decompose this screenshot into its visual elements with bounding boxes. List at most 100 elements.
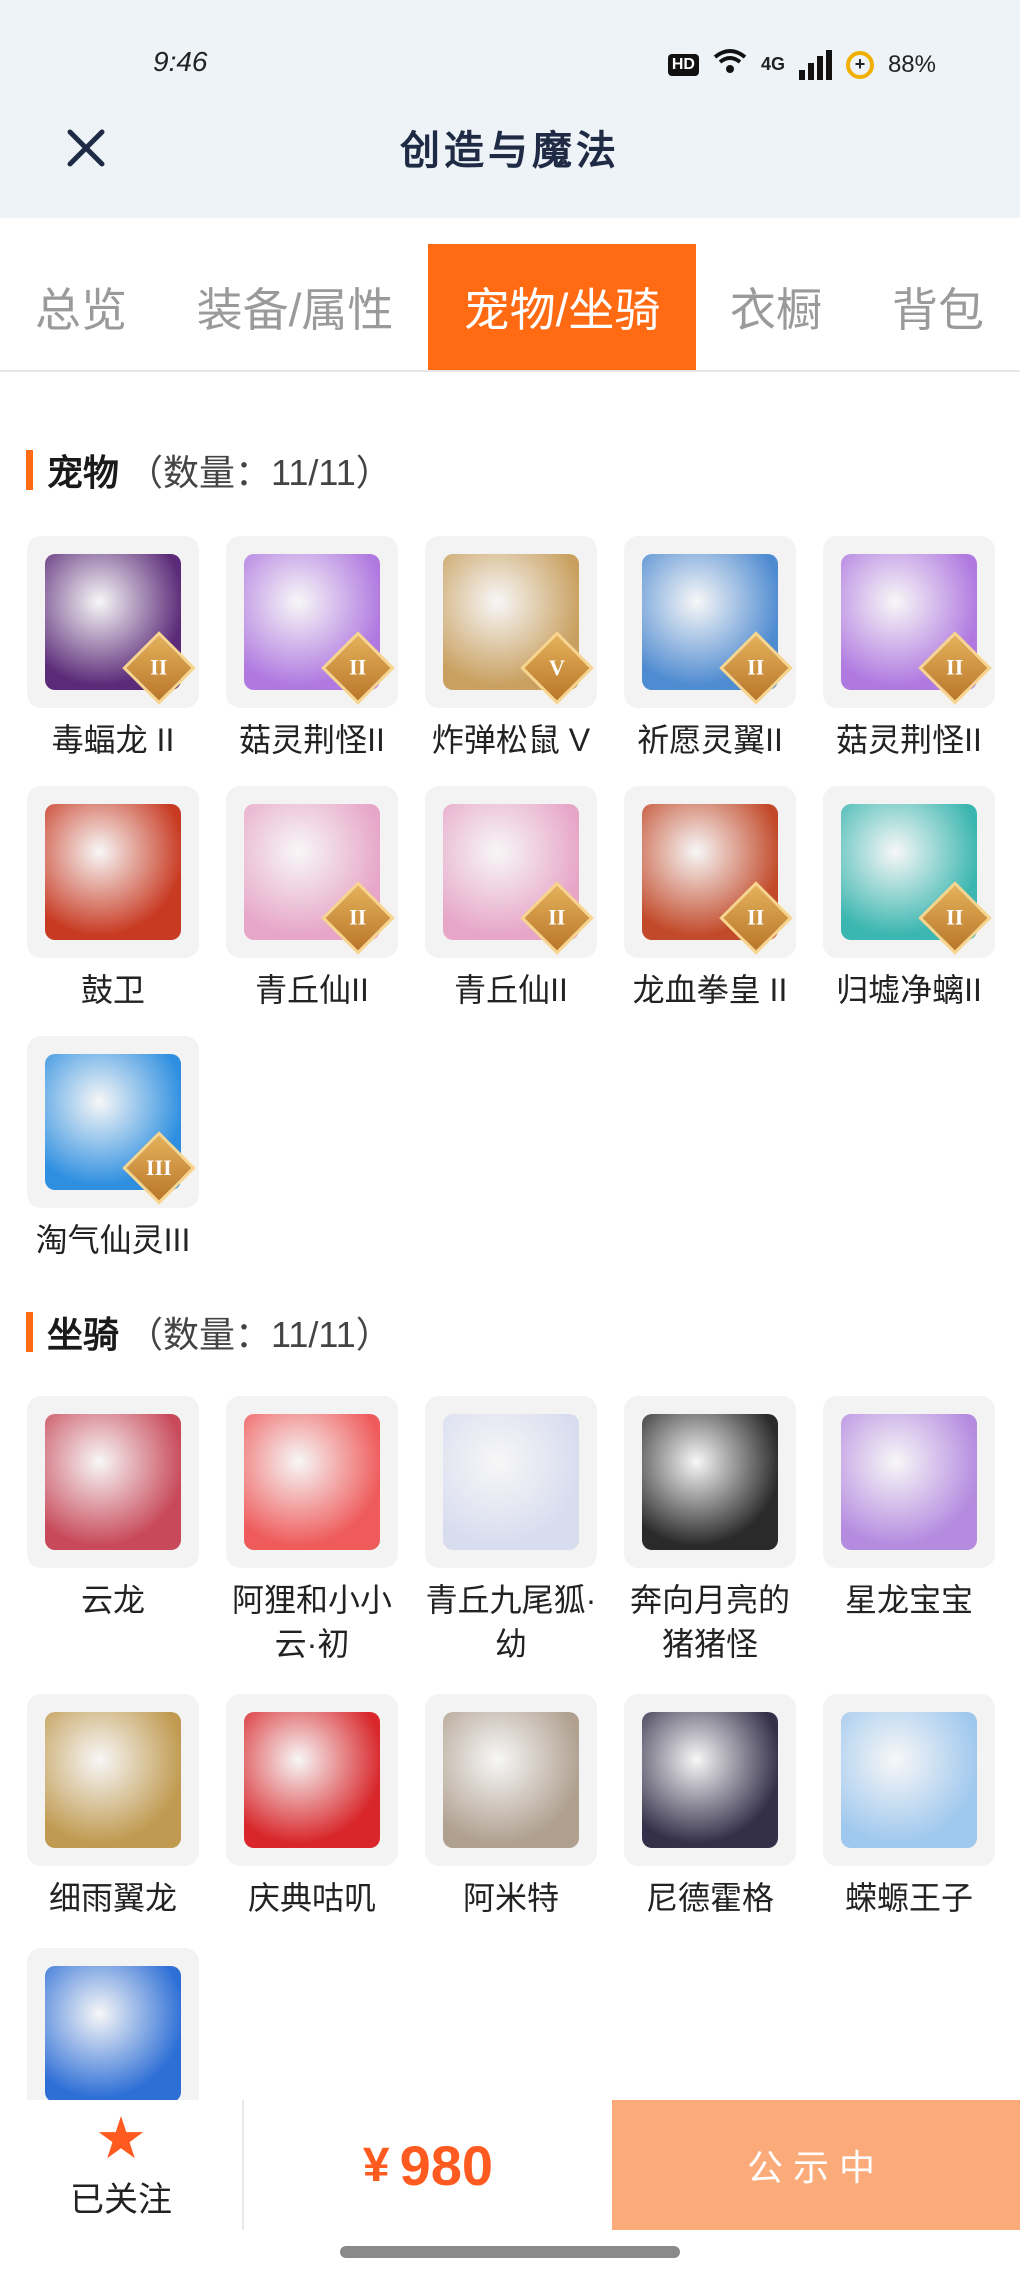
pet-card[interactable]: II 毒蝠龙 II — [26, 536, 200, 762]
signal-icon — [798, 49, 832, 80]
follow-label: 已关注 — [70, 2180, 172, 2219]
follow-button[interactable]: ★ 已关注 — [0, 2100, 242, 2230]
item-name: 祈愿灵翼II — [637, 722, 783, 758]
item-name: 菇灵荆怪II — [239, 722, 385, 758]
item-thumbnail — [226, 1694, 398, 1866]
section-accent-bar — [26, 1312, 33, 1352]
rank-label: II — [548, 905, 566, 930]
mount-card[interactable]: 尼德霍格 — [623, 1694, 797, 1920]
item-thumbnail: II — [226, 536, 398, 708]
mount-card[interactable]: 庆典咕叽 — [225, 1694, 399, 1920]
tab-overview[interactable]: 总览 — [0, 244, 162, 370]
pig-icon — [642, 1414, 778, 1550]
rank-label: II — [946, 905, 964, 930]
item-name: 尼德霍格 — [645, 1880, 774, 1916]
dragon-icon — [45, 1414, 181, 1550]
rank-label: II — [946, 655, 964, 680]
item-thumbnail — [27, 1396, 199, 1568]
item-name: 菇灵荆怪II — [836, 722, 982, 758]
tab-equipment[interactable]: 装备/属性 — [162, 244, 428, 370]
item-thumbnail: II — [823, 536, 995, 708]
item-thumbnail: II — [624, 786, 796, 958]
pet-card[interactable]: II 归墟净螭II — [822, 786, 996, 1012]
wifi-icon — [713, 48, 747, 81]
item-name: 青丘仙II — [454, 972, 568, 1008]
pet-card[interactable]: V 炸弹松鼠 V — [424, 536, 598, 762]
status-button[interactable]: 公示中 — [612, 2100, 1020, 2230]
item-name: 蝾螈王子 — [844, 1880, 973, 1916]
drum-icon — [45, 804, 181, 940]
rank-label: II — [747, 655, 765, 680]
pet-card[interactable]: II 青丘仙II — [424, 786, 598, 1012]
app-header: 9:46 HD 4G + 88% 创造与魔法 — [0, 0, 1020, 218]
pet-card[interactable]: II 龙血拳皇 II — [623, 786, 797, 1012]
item-thumbnail — [823, 1396, 995, 1568]
home-indicator[interactable] — [340, 2246, 680, 2258]
item-name: 星龙宝宝 — [844, 1582, 973, 1618]
hd-badge: HD — [667, 53, 699, 76]
mascot-icon — [244, 1712, 380, 1848]
mount-card[interactable]: 青丘九尾狐·幼 — [424, 1396, 598, 1666]
pet-card[interactable]: II 菇灵荆怪II — [225, 536, 399, 762]
dragon-icon — [45, 1966, 181, 2102]
item-name: 炸弹松鼠 V — [431, 722, 591, 758]
mount-card[interactable]: 阿米特 — [424, 1694, 598, 1920]
pet-card[interactable]: 鼓卫 — [26, 786, 200, 1012]
network-type: 4G — [760, 54, 785, 74]
rank-label: II — [150, 655, 168, 680]
mounts-section-header: 坐骑 （数量：11/11） — [26, 1306, 392, 1358]
item-thumbnail — [425, 1694, 597, 1866]
item-name: 细雨翼龙 — [48, 1880, 177, 1916]
mount-card[interactable]: 细雨翼龙 — [26, 1694, 200, 1920]
item-thumbnail: II — [425, 786, 597, 958]
mounts-grid: 云龙 阿狸和小小云·初 青丘九尾狐·幼 奔向月亮的猪猪怪 星龙宝宝细雨翼龙 庆典咕叽 阿米特… — [26, 1396, 996, 2130]
item-name: 龙血拳皇 II — [632, 972, 788, 1008]
pet-card[interactable]: III 淘气仙灵III — [26, 1036, 200, 1262]
item-thumbnail — [27, 1948, 199, 2120]
mount-card[interactable]: 阿狸和小小云·初 — [225, 1396, 399, 1666]
rank-label: II — [349, 905, 367, 930]
battery-level: 88% — [887, 50, 936, 78]
fox-icon — [443, 1414, 579, 1550]
pets-section-header: 宠物 （数量：11/11） — [26, 444, 392, 496]
pet-card[interactable]: II 青丘仙II — [225, 786, 399, 1012]
item-thumbnail — [624, 1694, 796, 1866]
item-name: 奔向月亮的猪猪怪 — [629, 1582, 790, 1662]
item-thumbnail — [624, 1396, 796, 1568]
rank-label: II — [349, 655, 367, 680]
section-count: （数量：11/11） — [127, 1314, 392, 1355]
mount-card[interactable]: 云龙 — [26, 1396, 200, 1666]
pet-card[interactable]: II 菇灵荆怪II — [822, 536, 996, 762]
pet-card[interactable]: II 祈愿灵翼II — [623, 536, 797, 762]
tab-backpack[interactable]: 背包 — [856, 244, 1020, 370]
item-name: 青丘仙II — [255, 972, 369, 1008]
tab-wardrobe[interactable]: 衣橱 — [696, 244, 856, 370]
mount-card[interactable]: 奔向月亮的猪猪怪 — [623, 1396, 797, 1666]
currency-symbol: ¥ — [362, 2138, 390, 2192]
section-title: 坐骑 — [47, 1314, 120, 1355]
section-title: 宠物 — [47, 452, 120, 493]
status-time: 9:46 — [153, 46, 208, 77]
tab-pets-mounts[interactable]: 宠物/坐骑 — [428, 244, 696, 370]
item-thumbnail: II — [27, 536, 199, 708]
rank-label: V — [549, 654, 565, 680]
star-icon: ★ — [95, 2105, 147, 2171]
item-name: 庆典咕叽 — [247, 1880, 376, 1916]
item-name: 阿米特 — [462, 1880, 559, 1916]
mount-card[interactable]: 星龙宝宝 — [822, 1396, 996, 1666]
crocodile-icon — [443, 1712, 579, 1848]
price: ¥ 980 — [244, 2100, 612, 2230]
section-accent-bar — [26, 450, 33, 490]
bird-icon — [45, 1712, 181, 1848]
rank-label: III — [146, 1155, 172, 1180]
section-count: （数量：11/11） — [127, 452, 392, 493]
item-name: 归墟净螭II — [836, 972, 982, 1008]
rank-label: II — [747, 905, 765, 930]
item-thumbnail: II — [823, 786, 995, 958]
fox-icon — [244, 1414, 380, 1550]
item-thumbnail — [823, 1694, 995, 1866]
item-thumbnail — [226, 1396, 398, 1568]
mount-card[interactable]: 蝾螈王子 — [822, 1694, 996, 1920]
item-name: 鼓卫 — [80, 972, 145, 1008]
dragon-icon — [841, 1414, 977, 1550]
